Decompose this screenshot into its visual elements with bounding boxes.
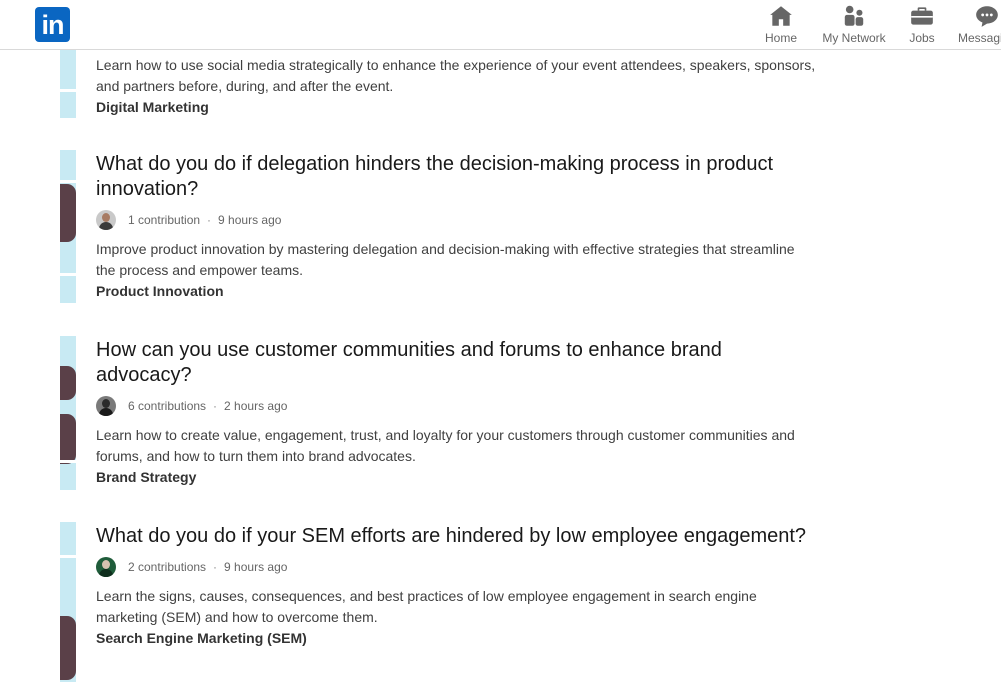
article-thumbnail xyxy=(60,150,76,303)
contribution-count[interactable]: 6 contributions xyxy=(128,399,206,413)
separator-dot: · xyxy=(213,560,218,574)
skill-tag[interactable]: Search Engine Marketing (SEM) xyxy=(96,628,816,649)
article-description: Learn the signs, causes, consequences, a… xyxy=(96,588,757,625)
top-nav-bar: in Home My Network Jobs Messagi xyxy=(0,0,1001,50)
article-title[interactable]: How can you use customer communities and… xyxy=(96,338,816,388)
skill-tag[interactable]: Digital Marketing xyxy=(96,97,816,118)
avatar[interactable] xyxy=(96,396,116,416)
list-item[interactable]: What do you do if your SEM efforts are h… xyxy=(60,522,820,697)
skill-tag[interactable]: Product Innovation xyxy=(96,281,816,302)
list-item[interactable]: How can you use customer communities and… xyxy=(60,336,820,496)
skill-tag[interactable]: Brand Strategy xyxy=(96,467,816,488)
timestamp: 9 hours ago xyxy=(224,560,288,574)
article-meta: 6 contributions · 2 hours ago xyxy=(96,395,816,417)
article-title[interactable]: What do you do if delegation hinders the… xyxy=(96,152,816,202)
timestamp: 9 hours ago xyxy=(218,213,282,227)
nav-messaging[interactable]: Messagi xyxy=(948,3,1001,49)
timestamp: 2 hours ago xyxy=(224,399,288,413)
article-description: Improve product innovation by mastering … xyxy=(96,241,795,278)
article-meta: 2 contributions · 9 hours ago xyxy=(96,556,816,578)
separator-dot: · xyxy=(207,213,212,227)
list-item[interactable]: What do you do if delegation hinders the… xyxy=(60,150,820,310)
article-title[interactable]: What do you do if your SEM efforts are h… xyxy=(96,524,816,549)
avatar[interactable] xyxy=(96,210,116,230)
article-meta: 1 contribution · 9 hours ago xyxy=(96,209,816,231)
nav-home[interactable]: Home xyxy=(741,3,821,49)
nav-home-label: Home xyxy=(764,31,797,45)
contribution-count[interactable]: 2 contributions xyxy=(128,560,206,574)
briefcase-icon xyxy=(911,7,933,25)
contribution-count[interactable]: 1 contribution xyxy=(128,213,200,227)
separator-dot: · xyxy=(213,399,218,413)
home-icon xyxy=(770,6,792,26)
list-item[interactable]: Learn how to use social media strategica… xyxy=(60,50,820,118)
article-thumbnail xyxy=(60,522,76,682)
article-description: Learn how to create value, engagement, t… xyxy=(96,427,795,464)
global-nav: Home My Network Jobs Messagi xyxy=(0,0,1001,50)
article-thumbnail xyxy=(60,50,76,118)
nav-messaging-label: Messagi xyxy=(958,31,1001,45)
article-list: Learn how to use social media strategica… xyxy=(0,50,1001,697)
article-thumbnail xyxy=(60,336,76,490)
network-icon xyxy=(844,5,864,26)
avatar[interactable] xyxy=(96,557,116,577)
article-description: Learn how to use social media strategica… xyxy=(96,57,816,94)
messaging-icon xyxy=(976,6,998,27)
